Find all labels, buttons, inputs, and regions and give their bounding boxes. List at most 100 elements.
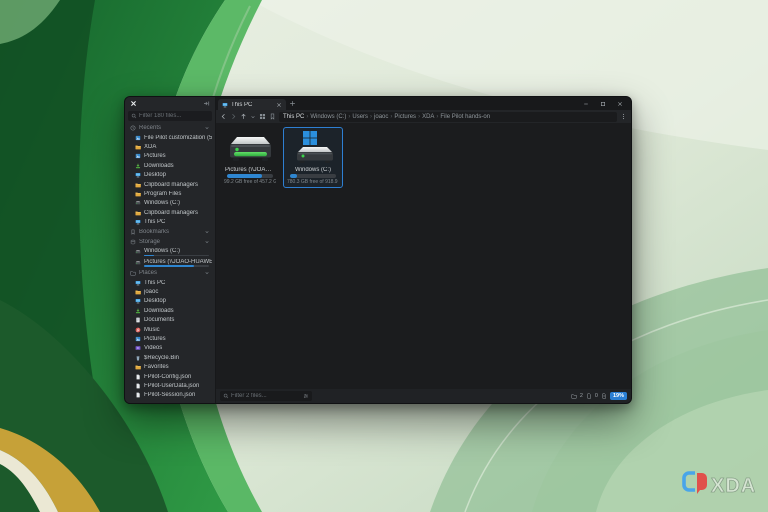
file-icon	[135, 374, 141, 380]
sidebar-item-pictures[interactable]: Pictures	[125, 334, 215, 343]
view-mode-icon[interactable]	[259, 113, 266, 120]
sidebar-filter-input[interactable]	[139, 113, 209, 119]
item-label: Downloads	[144, 163, 212, 169]
sidebar-item-favorites[interactable]: Favorites	[125, 362, 215, 371]
xda-watermark: XDA	[680, 469, 758, 504]
item-body: FPilot-UserData.json	[144, 383, 212, 389]
sidebar-item-downloads[interactable]: Downloads	[125, 161, 215, 170]
content-filter[interactable]	[220, 391, 312, 401]
item-label: XDA	[144, 144, 212, 150]
item-body: FPilot-Config.json	[144, 374, 212, 380]
main-pane: This PC This PC›Windows (C:)›Users›joaoc…	[216, 97, 631, 403]
tab-close-icon[interactable]	[276, 102, 282, 108]
up-button[interactable]	[240, 113, 247, 120]
item-label: Pictures	[144, 336, 212, 342]
breadcrumb-segment-pictures[interactable]: Pictures	[394, 114, 416, 120]
sidebar-filter[interactable]	[128, 111, 212, 121]
section-label: Storage	[139, 239, 201, 245]
sidebar-item-file-pilot-customization-5-png[interactable]: File Pilot customization (5).png	[125, 133, 215, 142]
forward-button[interactable]	[230, 113, 237, 120]
sidebar-item-clipboard-managers[interactable]: Clipboard managers	[125, 180, 215, 189]
sidebar-item-clipboard-managers[interactable]: Clipboard managers	[125, 208, 215, 217]
item-body: File Pilot customization (5).png	[144, 135, 212, 141]
item-body: Downloads	[144, 163, 212, 169]
close-button[interactable]	[613, 97, 627, 110]
pictures-icon	[135, 336, 141, 342]
breadcrumb-separator: ›	[390, 114, 392, 120]
item-label: Pictures	[144, 153, 212, 159]
sidebar-item-documents[interactable]: Documents	[125, 315, 215, 324]
minimize-button[interactable]	[579, 97, 593, 110]
preview-toggle-icon[interactable]	[601, 393, 607, 399]
recycle-icon	[135, 355, 141, 361]
tab-this-pc[interactable]: This PC	[218, 99, 286, 110]
item-body: Music	[144, 327, 212, 333]
tab-label: This PC	[231, 102, 273, 108]
breadcrumb-segment-this-pc[interactable]: This PC	[283, 114, 304, 120]
item-body: Pictures	[144, 153, 212, 159]
chevron-down-icon	[204, 239, 210, 245]
sidebar-item-fpilot-userdata-json[interactable]: FPilot-UserData.json	[125, 381, 215, 390]
drive-label: Pictures (\\JOAO-HUAWEIXPRO)	[225, 167, 275, 173]
sidebar-item-windows-c[interactable]: Windows (C:)	[125, 247, 215, 258]
file-pilot-window: Recents File Pilot customization (5).png X…	[124, 96, 632, 404]
chevron-down-icon	[204, 125, 210, 131]
breadcrumb-separator: ›	[418, 114, 420, 120]
files-count: 0	[595, 393, 598, 399]
pc-icon	[222, 102, 228, 108]
item-label: Program Files	[144, 191, 212, 197]
drive-tile-windows-c[interactable]: Windows (C:)780.3 GB free of 918.9 GB (.…	[283, 127, 343, 188]
drive-tile-pictures-joao-huaweixpro[interactable]: Pictures (\\JOAO-HUAWEIXPRO)99.2 GB free…	[220, 127, 280, 188]
sidebar-item-pictures-joao-huaweixpro[interactable]: Pictures (\\JOAO-HUAWEIXPRO) ...	[125, 257, 215, 268]
downloads-icon	[135, 163, 141, 169]
back-button[interactable]	[220, 113, 227, 120]
item-label: Documents	[144, 317, 212, 323]
new-tab-icon[interactable]	[289, 100, 296, 107]
item-label: File Pilot customization (5).png	[144, 135, 212, 141]
folder-icon	[135, 364, 141, 370]
sidebar-item-this-pc[interactable]: This PC	[125, 218, 215, 227]
item-body: XDA	[144, 144, 212, 150]
sidebar-item-videos[interactable]: Videos	[125, 344, 215, 353]
sidebar-item-windows-c[interactable]: Windows (C:)	[125, 199, 215, 208]
sidebar-item-program-files[interactable]: Program Files	[125, 189, 215, 198]
sidebar-section-recents[interactable]: Recents	[125, 123, 215, 133]
sidebar-item-music[interactable]: Music	[125, 325, 215, 334]
toolbar: This PC›Windows (C:)›Users›joaoc›Picture…	[216, 110, 631, 123]
sidebar-item-desktop[interactable]: Desktop	[125, 297, 215, 306]
item-body: Pictures	[144, 336, 212, 342]
item-body: Program Files	[144, 191, 212, 197]
kebab-menu-icon[interactable]	[620, 113, 627, 120]
filter-options-icon[interactable]	[303, 393, 309, 399]
sidebar-item-downloads[interactable]: Downloads	[125, 306, 215, 315]
breadcrumb-segment-users[interactable]: Users	[352, 114, 368, 120]
collapse-sidebar-icon[interactable]	[203, 100, 210, 107]
pictures-icon	[135, 153, 141, 159]
sidebar-item-recycle-bin[interactable]: $Recycle.Bin	[125, 353, 215, 362]
sidebar-section-places[interactable]: Places	[125, 268, 215, 278]
sidebar-item-pictures[interactable]: Pictures	[125, 152, 215, 161]
sidebar-section-storage[interactable]: Storage	[125, 237, 215, 247]
bookmark-icon[interactable]	[269, 113, 276, 120]
breadcrumb-segment-file-pilot-hands-on[interactable]: File Pilot hands-on	[440, 114, 490, 120]
breadcrumb-separator: ›	[436, 114, 438, 120]
history-dropdown-icon[interactable]	[250, 114, 256, 120]
maximize-button[interactable]	[596, 97, 610, 110]
sidebar-item-desktop[interactable]: Desktop	[125, 171, 215, 180]
item-body: FPilot-Session.json	[144, 392, 212, 398]
sidebar-item-fpilot-session-json[interactable]: FPilot-Session.json	[125, 391, 215, 400]
documents-icon	[135, 317, 141, 323]
file-area[interactable]: Pictures (\\JOAO-HUAWEIXPRO)99.2 GB free…	[216, 123, 631, 389]
sidebar-item-this-pc[interactable]: This PC	[125, 278, 215, 287]
breadcrumb-segment-xda[interactable]: XDA	[422, 114, 434, 120]
videos-icon	[135, 345, 141, 351]
sidebar-section-bookmarks[interactable]: Bookmarks	[125, 227, 215, 237]
content-filter-input[interactable]	[231, 393, 301, 399]
breadcrumb-segment-windows-c[interactable]: Windows (C:)	[310, 114, 346, 120]
sidebar-item-xda[interactable]: XDA	[125, 142, 215, 151]
folder-icon	[135, 210, 141, 216]
zoom-badge[interactable]: 19%	[610, 392, 627, 400]
breadcrumb-segment-joaoc[interactable]: joaoc	[374, 114, 388, 120]
sidebar-item-joaoc[interactable]: joaoc	[125, 287, 215, 296]
sidebar-item-fpilot-config-json[interactable]: FPilot-Config.json	[125, 372, 215, 381]
